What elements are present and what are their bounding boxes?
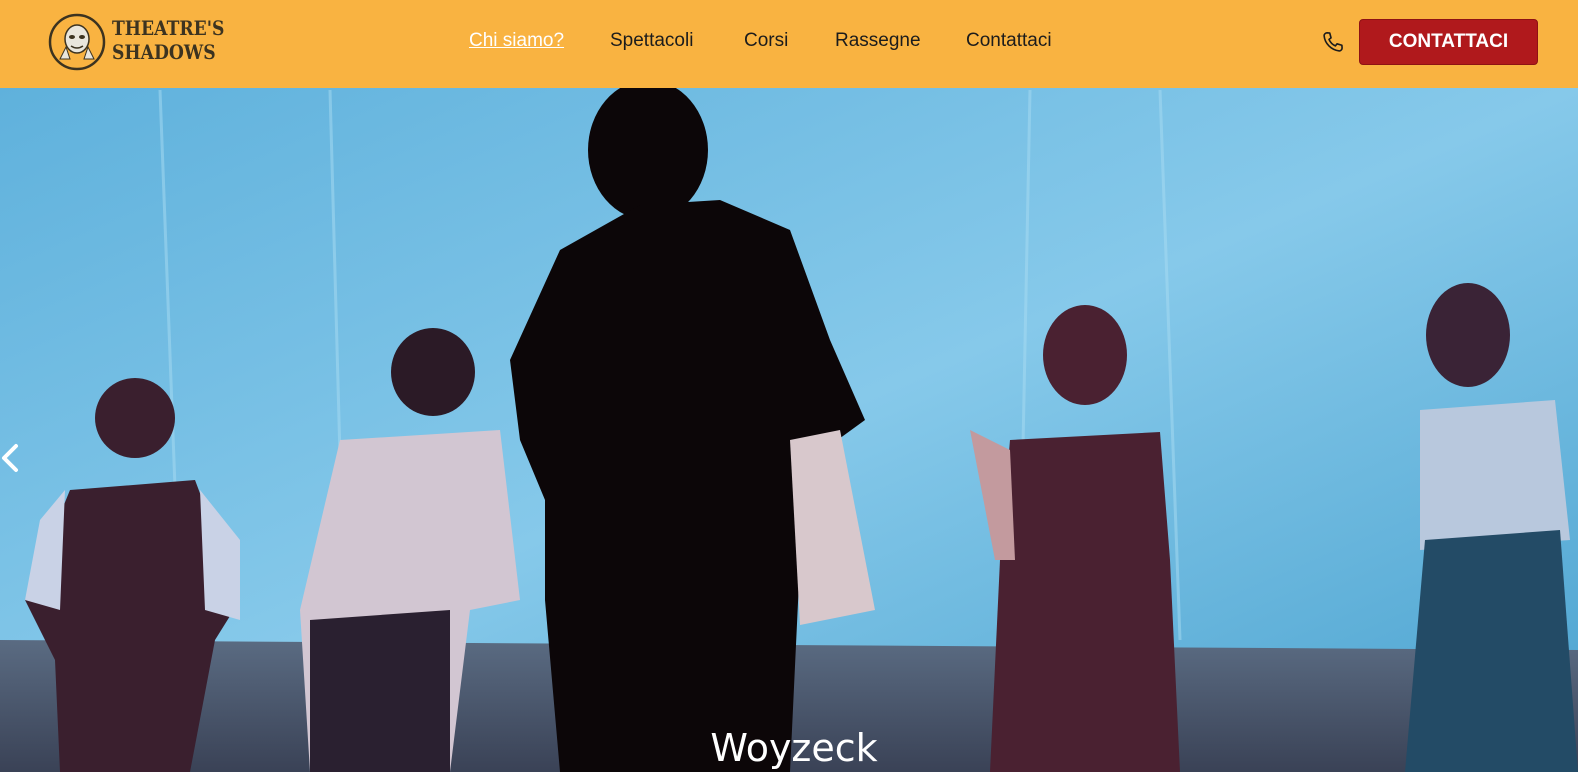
hero-stage-photo [0, 88, 1578, 772]
contattaci-button[interactable]: CONTATTACI [1359, 19, 1538, 65]
nav-item-spettacoli[interactable]: Spettacoli [610, 30, 693, 52]
mask-logo-icon [48, 13, 106, 71]
logo-line-2: SHADOWS [112, 40, 216, 64]
phone-icon[interactable] [1320, 29, 1346, 55]
logo-line-1: THEATRE'S [112, 16, 225, 40]
hero-caption: Woyzeck [710, 726, 878, 770]
nav-item-corsi[interactable]: Corsi [744, 30, 788, 52]
hero-slider [0, 88, 1578, 772]
nav-item-contattaci[interactable]: Contattaci [966, 30, 1052, 52]
chevron-left-icon[interactable] [0, 440, 24, 476]
nav-item-chi-siamo[interactable]: Chi siamo? [469, 30, 564, 52]
site-header: THEATRE'S SHADOWS Chi siamo? Spettacoli … [0, 0, 1578, 88]
logo-wordmark: THEATRE'S SHADOWS [112, 16, 224, 64]
site-logo[interactable]: THEATRE'S SHADOWS [48, 12, 224, 74]
nav-item-rassegne[interactable]: Rassegne [835, 30, 921, 52]
